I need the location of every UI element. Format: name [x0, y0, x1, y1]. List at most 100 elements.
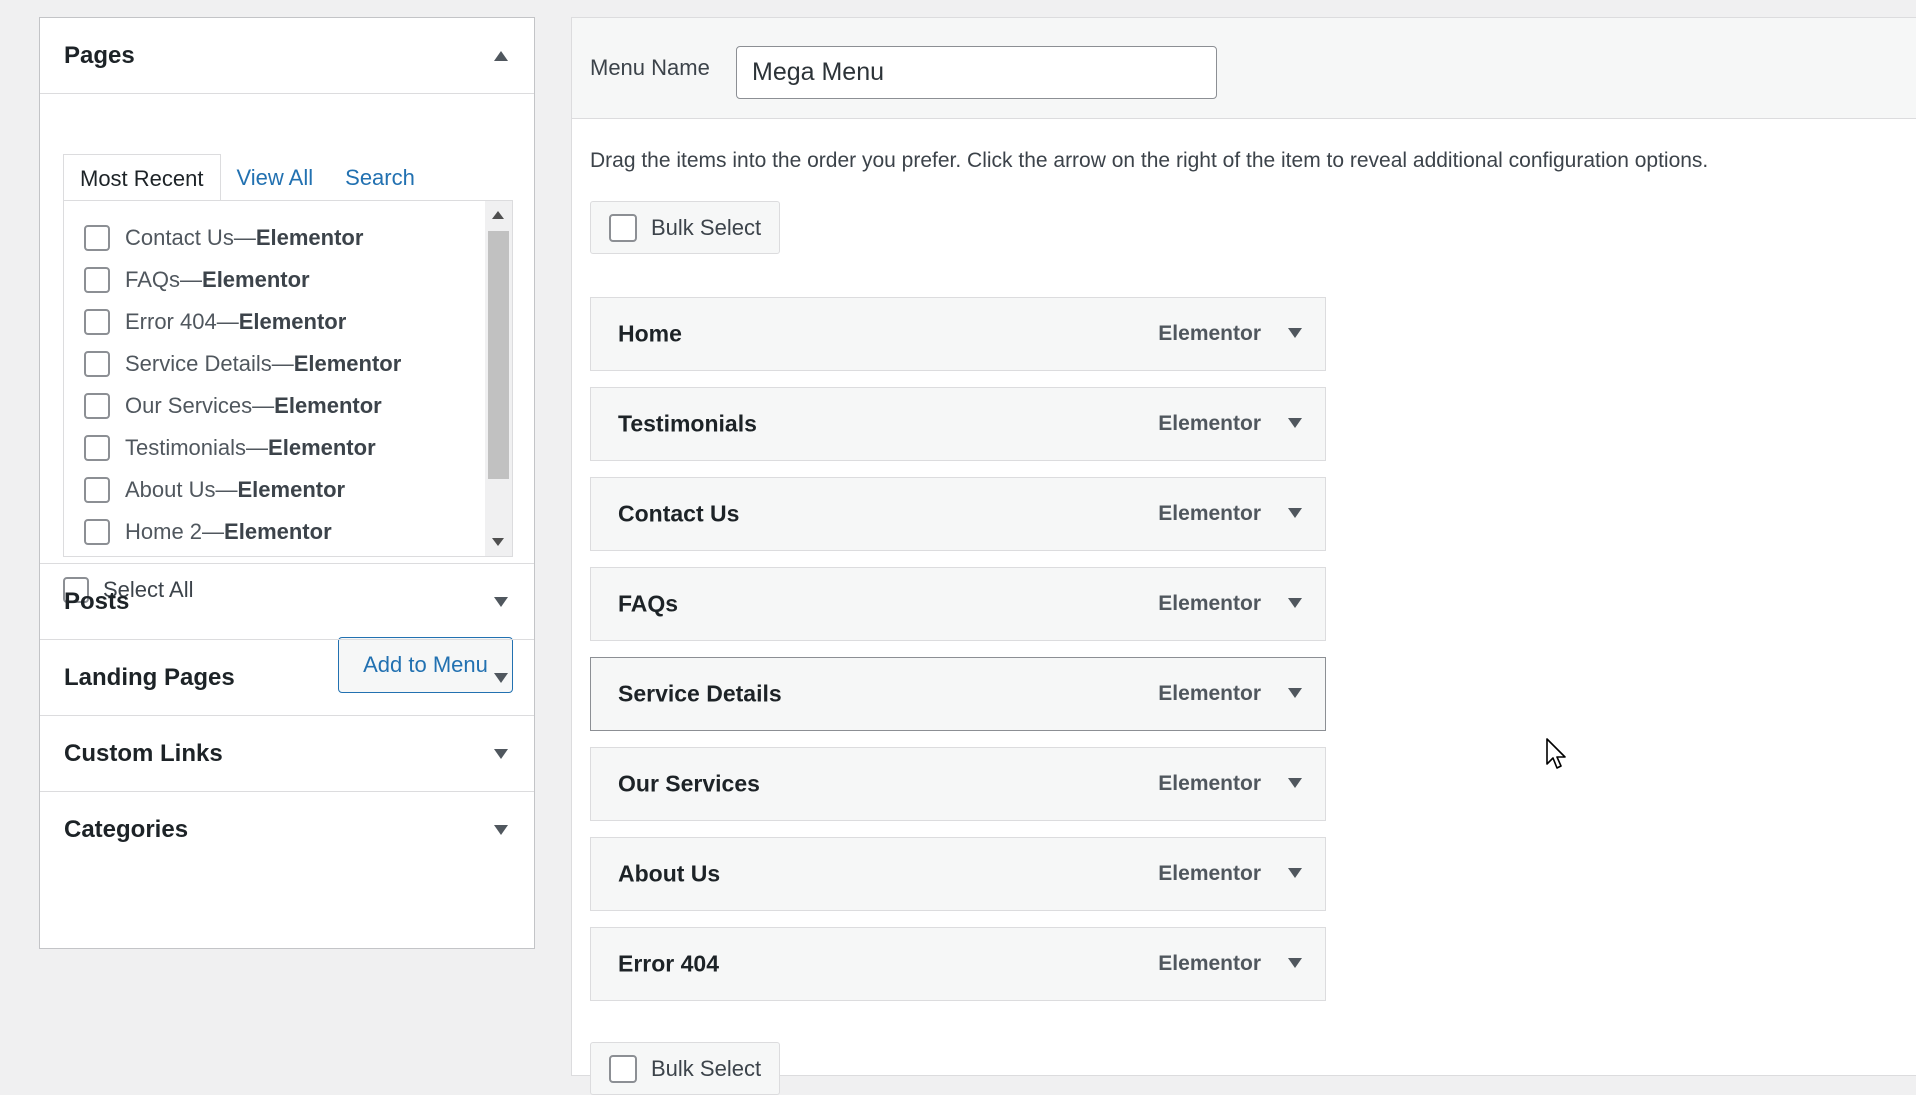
pages-section-body: Most Recent View All Search Contact Us —…	[40, 94, 534, 693]
posts-section-header[interactable]: Posts	[40, 564, 534, 640]
bulk-select-top[interactable]: Bulk Select	[590, 201, 780, 254]
page-checkbox[interactable]	[84, 351, 110, 377]
checklist-scrollbar[interactable]	[485, 201, 512, 556]
page-checkbox[interactable]	[84, 519, 110, 545]
menu-item[interactable]: Testimonials Elementor	[590, 387, 1326, 461]
menu-name-input[interactable]	[736, 46, 1217, 99]
menu-structure-panel: Menu Name Drag the items into the order …	[571, 17, 1916, 1095]
menu-item[interactable]: Error 404 Elementor	[590, 927, 1326, 1001]
separator: —	[202, 519, 225, 544]
page-name: Contact Us	[125, 225, 234, 250]
menu-item-title: About Us	[618, 860, 721, 887]
menu-item-title: Service Details	[618, 680, 782, 707]
separator: —	[252, 393, 275, 418]
scroll-up-icon[interactable]	[492, 211, 504, 219]
expand-arrow-icon[interactable]	[494, 672, 508, 683]
landing-pages-section-header[interactable]: Landing Pages	[40, 640, 534, 716]
expand-arrow-icon[interactable]	[1288, 868, 1302, 878]
expand-arrow-icon[interactable]	[1288, 958, 1302, 968]
pages-tabs: Most Recent View All Search	[63, 154, 431, 201]
pages-checklist: Contact Us — Elementor FAQs — Elementor …	[63, 200, 513, 557]
page-builder: Elementor	[238, 309, 347, 334]
menu-item[interactable]: Service Details Elementor	[590, 657, 1326, 731]
expand-arrow-icon[interactable]	[1288, 418, 1302, 428]
page-name: About Us	[125, 477, 216, 502]
bulk-select-label: Bulk Select	[651, 1055, 762, 1081]
pages-section-header[interactable]: Pages	[40, 18, 534, 94]
expand-arrow-icon[interactable]	[494, 596, 508, 607]
bulk-select-checkbox[interactable]	[609, 213, 637, 242]
separator: —	[180, 267, 203, 292]
page-checkbox[interactable]	[84, 477, 110, 503]
add-menu-items-panel: Pages Most Recent View All Search Contac…	[39, 17, 535, 949]
page-builder: Elementor	[293, 351, 402, 376]
section-title: Custom Links	[64, 739, 223, 767]
expand-arrow-icon[interactable]	[1288, 508, 1302, 518]
page-builder: Elementor	[224, 519, 332, 544]
list-item[interactable]: Service Details — Elementor	[84, 349, 401, 379]
list-item[interactable]: FAQs — Elementor	[84, 265, 310, 295]
page-name: Our Services	[125, 393, 253, 418]
page-builder: Elementor	[268, 435, 376, 460]
page-builder: Elementor	[255, 225, 364, 250]
expand-arrow-icon[interactable]	[494, 748, 508, 759]
menu-item[interactable]: Contact Us Elementor	[590, 477, 1326, 551]
menu-item-title: Testimonials	[618, 410, 757, 437]
collapse-arrow-icon[interactable]	[494, 50, 508, 61]
separator: —	[215, 477, 238, 502]
list-item[interactable]: About Us — Elementor	[84, 475, 345, 505]
scroll-down-icon[interactable]	[492, 538, 504, 546]
menu-header: Menu Name	[572, 18, 1916, 119]
menu-item-type: Elementor	[1158, 322, 1261, 345]
page-builder: Elementor	[237, 477, 346, 502]
page-checkbox[interactable]	[84, 267, 110, 293]
page-name: Service Details	[125, 351, 272, 376]
menu-item[interactable]: Home Elementor	[590, 297, 1326, 371]
page-checkbox[interactable]	[84, 225, 110, 251]
list-item[interactable]: Error 404 — Elementor	[84, 307, 346, 337]
page-checkbox[interactable]	[84, 393, 110, 419]
expand-arrow-icon[interactable]	[1288, 688, 1302, 698]
menu-item[interactable]: About Us Elementor	[590, 837, 1326, 911]
separator: —	[233, 225, 256, 250]
list-item[interactable]: Our Services — Elementor	[84, 391, 382, 421]
menu-item-type: Elementor	[1158, 412, 1261, 435]
menu-item[interactable]: FAQs Elementor	[590, 567, 1326, 641]
bulk-select-checkbox[interactable]	[609, 1054, 637, 1083]
section-title: Categories	[64, 816, 189, 843]
expand-arrow-icon[interactable]	[494, 825, 508, 835]
expand-arrow-icon[interactable]	[1288, 598, 1302, 608]
section-title: Landing Pages	[64, 663, 235, 691]
tab-most-recent[interactable]: Most Recent	[63, 154, 221, 201]
bulk-select-label: Bulk Select	[651, 214, 762, 240]
scrollbar-thumb[interactable]	[488, 231, 509, 479]
categories-section-header[interactable]: Categories	[40, 792, 534, 868]
menu-item-type: Elementor	[1158, 862, 1261, 885]
pages-section-title: Pages	[64, 41, 135, 69]
menu-item-title: Our Services	[618, 770, 760, 797]
page-name: Error 404	[125, 309, 217, 334]
menu-item-title: Contact Us	[618, 500, 740, 527]
menu-name-label: Menu Name	[590, 55, 710, 80]
page-checkbox[interactable]	[84, 435, 110, 461]
section-title: Posts	[64, 587, 130, 615]
page-checkbox[interactable]	[84, 309, 110, 335]
menu-item-type: Elementor	[1158, 772, 1261, 795]
tab-view-all[interactable]: View All	[221, 154, 330, 201]
menu-item-type: Elementor	[1158, 682, 1261, 705]
menu-item-title: Home	[618, 320, 682, 347]
custom-links-section-header[interactable]: Custom Links	[40, 716, 534, 792]
menu-item-type: Elementor	[1158, 952, 1261, 975]
separator: —	[271, 351, 294, 376]
list-item[interactable]: Contact Us — Elementor	[84, 223, 363, 253]
list-item[interactable]: Home 2 — Elementor	[84, 517, 332, 547]
separator: —	[216, 309, 239, 334]
menu-item-type: Elementor	[1158, 592, 1261, 615]
menu-item[interactable]: Our Services Elementor	[590, 747, 1326, 821]
tab-search[interactable]: Search	[329, 154, 431, 201]
menu-item-type: Elementor	[1158, 502, 1261, 525]
expand-arrow-icon[interactable]	[1288, 328, 1302, 338]
list-item[interactable]: Testimonials — Elementor	[84, 433, 376, 463]
expand-arrow-icon[interactable]	[1288, 778, 1302, 788]
bulk-select-bottom[interactable]: Bulk Select	[590, 1042, 780, 1095]
